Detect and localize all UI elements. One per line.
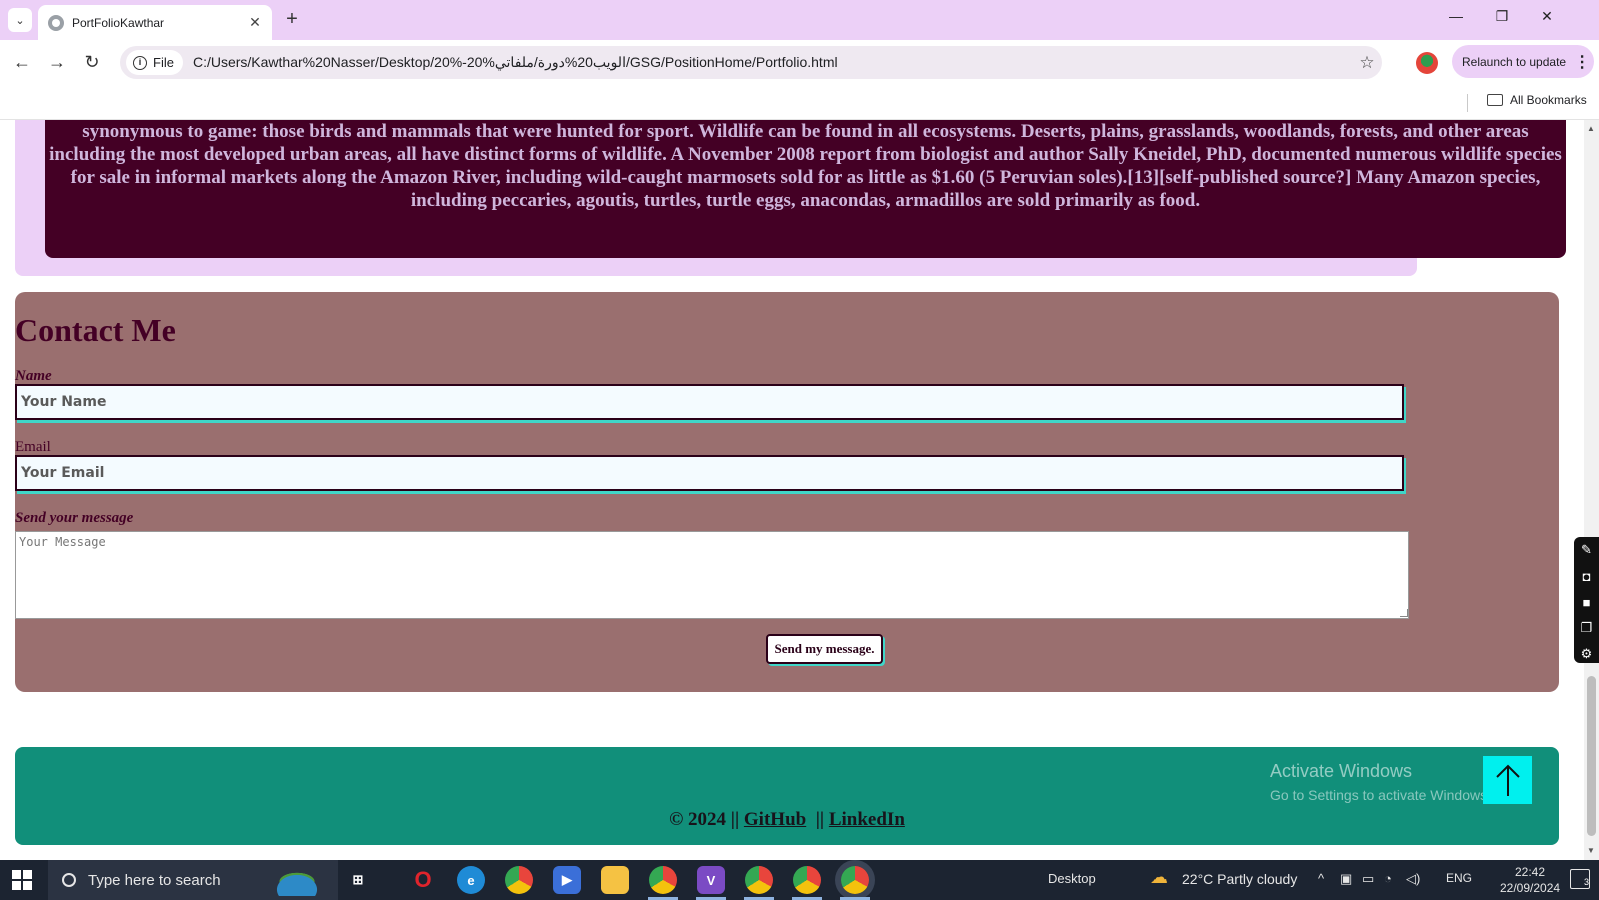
- globe-icon: [48, 14, 64, 31]
- footer-line: © 2024 || GitHub || LinkedIn: [15, 809, 1559, 831]
- media-player-icon[interactable]: ▶: [553, 866, 581, 894]
- restore-window-icon[interactable]: ❐: [1480, 8, 1524, 32]
- email-input[interactable]: [15, 455, 1404, 491]
- system-clock[interactable]: 22:42 22/09/2024: [1500, 864, 1560, 896]
- close-tab-icon[interactable]: ✕: [244, 14, 266, 31]
- language-indicator[interactable]: ENG: [1446, 871, 1472, 885]
- textarea-resize-handle[interactable]: [1400, 609, 1408, 617]
- tab-title: PortFolioKawthar: [72, 15, 165, 30]
- task-view-icon[interactable]: ⊞: [344, 866, 372, 894]
- browser-toolbar: ← → ↻ i File C:/Users/Kawthar%20Nasser/D…: [0, 40, 1599, 84]
- message-textarea[interactable]: [15, 531, 1409, 619]
- capture-side-toolbar: ✎ ◘ ■ ❐ ⚙: [1574, 537, 1599, 663]
- active-tab[interactable]: PortFolioKawthar ✕: [38, 5, 272, 40]
- search-highlight-island-icon[interactable]: [262, 864, 332, 896]
- send-message-button[interactable]: Send my message.: [766, 634, 883, 664]
- show-hidden-icons-chevron-icon[interactable]: ^: [1318, 871, 1324, 886]
- name-input[interactable]: [15, 384, 1404, 420]
- arrow-up-icon: [1495, 764, 1520, 796]
- weather-cloud-icon: ☁: [1150, 867, 1168, 887]
- windows-start-icon[interactable]: [12, 870, 32, 890]
- clock-time: 22:42: [1514, 865, 1546, 879]
- new-tab-plus-icon[interactable]: +: [280, 8, 304, 32]
- page-viewport: synonymous to game: those birds and mamm…: [0, 120, 1584, 860]
- minimize-window-icon[interactable]: —: [1434, 8, 1478, 32]
- scroll-thumb[interactable]: [1587, 676, 1596, 836]
- taskbar-search-placeholder: Type here to search: [88, 871, 221, 889]
- windows-icon[interactable]: ❐: [1574, 615, 1599, 641]
- pen-icon[interactable]: ✎: [1574, 537, 1599, 563]
- footer-separator: ||: [815, 809, 825, 830]
- bookmark-star-icon[interactable]: ☆: [1352, 53, 1382, 73]
- back-arrow-icon[interactable]: ←: [9, 50, 35, 76]
- tab-search-chevron-icon[interactable]: ⌄: [8, 8, 32, 32]
- activate-windows-title: Activate Windows: [1270, 761, 1413, 781]
- contact-title: Contact Me: [15, 312, 176, 348]
- info-icon: i: [133, 55, 147, 70]
- weather-text[interactable]: 22°C Partly cloudy: [1182, 871, 1297, 887]
- visual-studio-icon[interactable]: V: [697, 866, 725, 894]
- linkedin-link[interactable]: LinkedIn: [829, 809, 905, 830]
- reload-icon[interactable]: ↻: [79, 50, 105, 76]
- close-window-icon[interactable]: ✕: [1525, 8, 1569, 32]
- copyright-text: © 2024 ||: [669, 809, 740, 830]
- battery-icon[interactable]: ▭: [1362, 871, 1374, 887]
- edge-icon[interactable]: e: [457, 866, 485, 894]
- bookmarks-bar: All Bookmarks: [0, 84, 1599, 120]
- bookmarks-divider: [1467, 94, 1468, 112]
- camera-icon[interactable]: ◘: [1574, 563, 1599, 589]
- about-paragraph: synonymous to game: those birds and mamm…: [49, 121, 1562, 211]
- scroll-to-top-button[interactable]: [1483, 756, 1532, 804]
- chrome-profile-icon[interactable]: [745, 866, 773, 894]
- chrome-active-icon[interactable]: [841, 866, 869, 894]
- chrome-profile-icon[interactable]: [793, 866, 821, 894]
- windows-taskbar: Type here to search ⊞ O e ▶ V Desktop ☁ …: [0, 860, 1599, 900]
- folder-icon[interactable]: [1487, 94, 1503, 106]
- site-info-chip[interactable]: i File: [126, 50, 183, 75]
- notification-count: 3: [1583, 877, 1589, 887]
- relaunch-to-update-button[interactable]: Relaunch to update ⋮: [1452, 45, 1594, 78]
- scroll-down-arrow-icon[interactable]: ▼: [1587, 846, 1595, 855]
- contact-section: Contact Me Name Email Send your message …: [15, 292, 1559, 692]
- about-section: synonymous to game: those birds and mamm…: [45, 120, 1566, 258]
- notification-center-icon[interactable]: 3: [1570, 869, 1590, 889]
- address-bar[interactable]: i File C:/Users/Kawthar%20Nasser/Desktop…: [120, 46, 1382, 79]
- settings-gear-icon[interactable]: ⚙: [1574, 641, 1599, 667]
- message-label: Send your message: [15, 510, 134, 526]
- scroll-up-arrow-icon[interactable]: ▲: [1587, 124, 1595, 133]
- page-scrollbar[interactable]: ▲ ▼: [1584, 120, 1599, 860]
- file-chip-label: File: [153, 55, 174, 70]
- search-icon: [62, 873, 76, 887]
- volume-icon[interactable]: ◁): [1406, 871, 1420, 887]
- network-icon[interactable]: ◔: [1384, 871, 1392, 886]
- chrome-profile-icon[interactable]: [649, 866, 677, 894]
- name-label: Name: [15, 368, 52, 384]
- email-label: Email: [15, 439, 51, 455]
- chrome-icon[interactable]: [505, 866, 533, 894]
- file-explorer-icon[interactable]: [601, 866, 629, 894]
- meet-now-icon[interactable]: ▣: [1340, 871, 1352, 887]
- clock-date: 22/09/2024: [1500, 881, 1561, 895]
- profile-avatar[interactable]: [1416, 52, 1438, 74]
- all-bookmarks-link[interactable]: All Bookmarks: [1510, 93, 1587, 107]
- menu-kebab-icon: ⋮: [1574, 53, 1591, 71]
- activate-windows-subtitle: Go to Settings to activate Windows.: [1270, 787, 1491, 803]
- github-link[interactable]: GitHub: [744, 809, 806, 830]
- opera-icon[interactable]: O: [409, 866, 437, 894]
- url-text[interactable]: C:/Users/Kawthar%20Nasser/Desktop/20%-20…: [193, 54, 1352, 71]
- relaunch-label: Relaunch to update: [1462, 54, 1567, 69]
- video-camera-icon[interactable]: ■: [1574, 589, 1599, 615]
- desktop-toolbar-label[interactable]: Desktop: [1048, 871, 1096, 886]
- browser-tab-bar: ⌄ PortFolioKawthar ✕ + — ❐ ✕: [0, 0, 1599, 40]
- forward-arrow-icon[interactable]: →: [44, 50, 70, 76]
